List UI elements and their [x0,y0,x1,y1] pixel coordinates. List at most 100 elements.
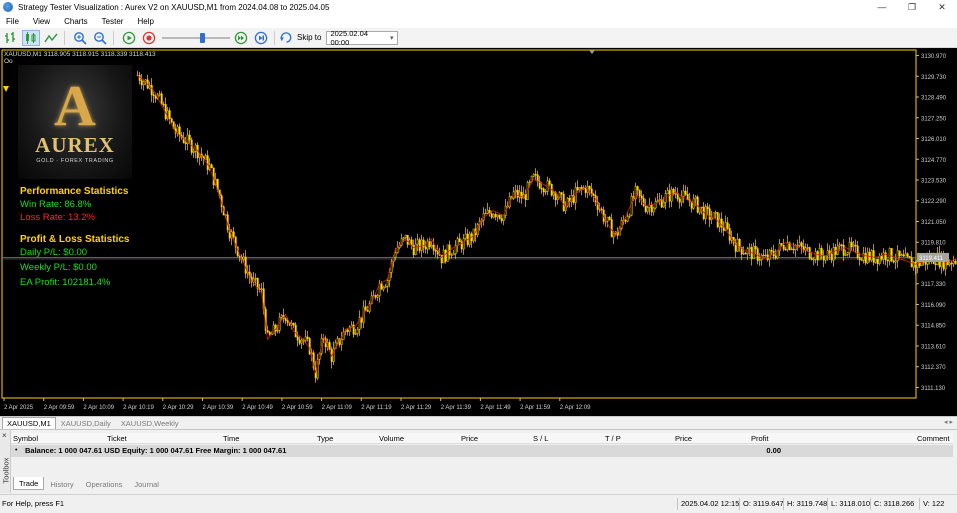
candle-up [518,191,521,198]
tab-operations[interactable]: Operations [80,477,129,490]
candle-up [396,247,399,254]
fast-forward-icon[interactable] [232,30,250,46]
candle-down [886,259,889,262]
candle-up [904,253,907,257]
balance-row[interactable]: • Balance: 1 000 047.61 USD Equity: 1 00… [11,445,953,457]
candle-up [952,260,955,265]
zoom-out-icon[interactable] [91,30,109,46]
col-sl[interactable]: S / L [533,433,548,444]
zoom-in-icon[interactable] [71,30,89,46]
candle-up [254,277,257,280]
candle-down [162,103,165,106]
col-volume[interactable]: Volume [379,433,404,444]
candle-down [600,208,603,211]
price-chart[interactable]: 3130.970 3129.730 3128.490 3127.250 3126.010… [0,48,957,416]
tab-journal[interactable]: Journal [128,477,165,490]
candle-down [816,251,819,261]
candle-down [418,239,421,251]
col-ticket[interactable]: Ticket [107,433,127,444]
menu-view[interactable]: View [33,17,50,26]
candle-down [892,260,895,263]
candle-down [294,324,297,338]
candle-down [444,249,447,262]
candlestick-icon[interactable] [22,29,40,46]
chart-canvas[interactable]: 3130.970 3129.730 3128.490 3127.250 3126.010… [0,48,957,416]
menu-charts[interactable]: Charts [64,17,88,26]
menu-file[interactable]: File [6,17,19,26]
menu-help[interactable]: Help [137,17,153,26]
candle-up [804,247,807,251]
candle-down [762,254,765,257]
speed-slider-thumb[interactable] [199,32,205,43]
col-type[interactable]: Type [317,433,333,444]
candle-down [850,241,853,247]
candle-up [544,190,547,193]
candle-down [178,126,181,136]
tab-trade[interactable]: Trade [13,477,45,490]
candle-up [492,214,495,218]
candle-up [852,244,855,247]
x-tick-label: 2 Apr 11:29 [401,405,432,411]
step-icon[interactable] [252,30,270,46]
y-tick-label: 3128.490 [921,96,947,102]
line-chart-icon[interactable] [42,30,60,46]
candle-up [674,193,677,195]
candle-up [340,338,343,345]
play-icon[interactable] [120,30,138,46]
candle-down [808,247,811,259]
candle-up [656,200,659,202]
candle-up [354,333,357,335]
toolbox-tabs: Trade History Operations Journal [13,477,165,491]
candle-down [906,253,909,257]
toolbox-sidebar: × Toolbox [0,430,11,493]
col-comment[interactable]: Comment [917,433,950,444]
skip-to-icon[interactable] [279,30,293,46]
y-tick-label: 3113.610 [921,344,946,350]
minimize-button[interactable]: — [867,0,897,14]
tab-xauusd-m1[interactable]: XAUUSD,M1 [2,417,56,429]
tab-scroll-arrows[interactable]: ◂ ▸ [944,418,953,426]
col-time[interactable]: Time [223,433,239,444]
candle-up [468,233,471,245]
app-icon [3,2,13,12]
candle-up [304,336,307,341]
tab-xauusd-weekly[interactable]: XAUUSD,Weekly [116,417,184,429]
col-profit[interactable]: Profit [751,433,769,444]
candle-down [636,186,639,191]
close-button[interactable]: ✕ [927,0,957,14]
win-rate: Win Rate: 86.8% [20,199,92,210]
col-symbol[interactable]: Symbol [13,433,38,444]
speed-slider[interactable] [162,32,230,44]
speed-slider-track [162,36,230,39]
candle-down [822,255,825,261]
candle-down [668,190,671,202]
col-current-price[interactable]: Price [675,433,692,444]
close-icon[interactable]: × [2,431,7,440]
candle-up [290,323,293,326]
candle-down [608,216,611,220]
candle-down [934,263,937,265]
daily-pl: Daily P/L: $0.00 [20,247,88,258]
candle-up [464,233,467,239]
status-volume: V: 122 [919,498,944,510]
stop-icon[interactable] [140,30,158,46]
tab-history[interactable]: History [44,477,79,490]
y-tick-label: 3114.850 [921,324,946,330]
candle-up [578,187,581,191]
candle-down [696,196,699,213]
candle-down [424,246,427,250]
y-tick-label: 3116.090 [921,303,946,309]
candle-up [242,256,245,260]
skip-date-input[interactable]: 2025.02.04 00:00 ▾ [326,29,399,47]
calendar-dropdown-icon[interactable]: ▾ [386,32,397,44]
tab-xauusd-daily[interactable]: XAUUSD,Daily [56,417,116,429]
bar-chart-icon[interactable] [2,30,20,46]
col-price[interactable]: Price [461,433,478,444]
candle-down [296,336,299,341]
candle-up [714,212,717,214]
maximize-button[interactable]: ❐ [897,0,927,14]
col-tp[interactable]: T / P [605,433,621,444]
toolbar: Skip to 2025.02.04 00:00 ▾ [0,28,957,48]
menu-tester[interactable]: Tester [102,17,124,26]
candle-down [168,110,171,119]
